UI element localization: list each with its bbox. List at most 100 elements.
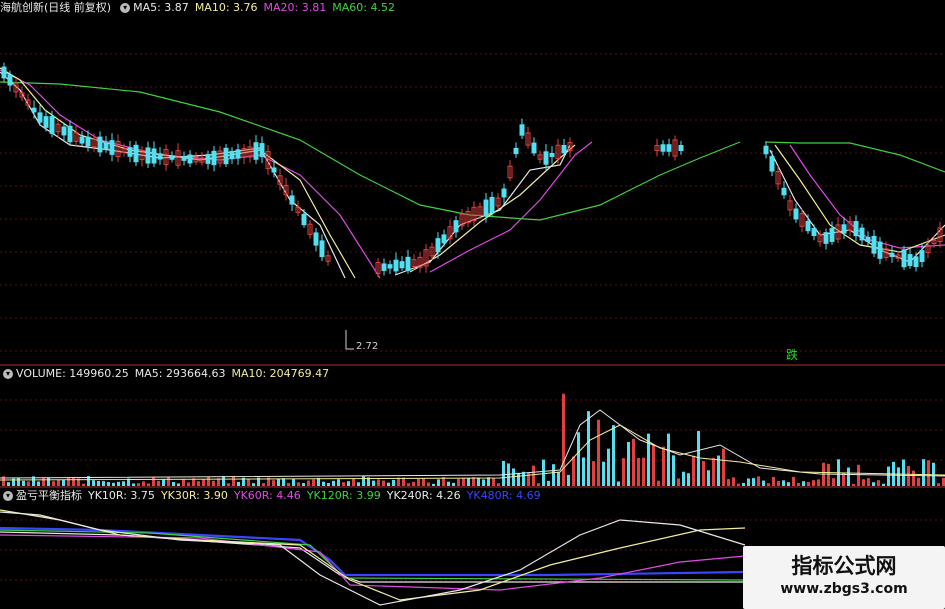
volume-bar: [432, 483, 435, 486]
low-price-pointer: [345, 330, 354, 350]
volume-legend: ▾ VOLUME: 149960.25 MA5: 293664.63 MA10:…: [0, 366, 335, 382]
volume-bar: [437, 479, 440, 486]
candle-body: [877, 241, 883, 259]
volume-bar: [137, 483, 140, 486]
candle-body: [889, 252, 895, 257]
volume-bar: [27, 481, 30, 486]
volume-bar: [312, 479, 315, 486]
volume-bar: [807, 481, 810, 486]
ma60-line: [764, 141, 945, 173]
volume-bar: [627, 441, 630, 486]
candle-body: [907, 254, 913, 266]
volume-bar: [642, 457, 645, 486]
volume-bar: [827, 463, 830, 486]
volume-bar: [62, 479, 65, 486]
volume-bar: [817, 479, 820, 486]
settings-circle-icon[interactable]: ▾: [120, 3, 131, 13]
candle-body: [301, 213, 307, 226]
volume-bar: [552, 464, 555, 486]
settings-circle-icon[interactable]: ▾: [3, 491, 13, 501]
yk120r-value: YK120R: 3.99: [306, 489, 381, 502]
candle-body: [259, 143, 265, 157]
volume-bar: [602, 461, 605, 486]
volume-bar: [412, 481, 415, 486]
ma20-value: MA20: 3.81: [263, 1, 327, 14]
volume-bar: [177, 483, 180, 486]
indicator-name: 盈亏平衡指标: [16, 489, 82, 502]
volume-bar: [252, 483, 255, 486]
volume-bar: [392, 479, 395, 486]
volume-bar: [232, 476, 235, 486]
volume-bar: [57, 479, 60, 486]
candle-body: [399, 261, 405, 269]
candle-body: [811, 228, 817, 236]
volume-bar: [587, 411, 590, 486]
volume-bar: [172, 482, 175, 486]
volume-bar: [537, 483, 540, 486]
volume-bar: [72, 477, 75, 486]
volume-bar: [247, 478, 250, 486]
candle-body: [211, 150, 217, 166]
candle-body: [157, 153, 163, 160]
candle-body: [85, 136, 91, 147]
volume-bar: [522, 471, 525, 486]
volume-bar: [352, 478, 355, 486]
volume-bar: [97, 480, 100, 486]
ma10-line: [0, 67, 356, 279]
volume-bar: [752, 478, 755, 486]
candle-body: [666, 144, 672, 152]
volume-bar: [182, 478, 185, 486]
volume-bar: [147, 483, 150, 486]
volume-bar: [272, 480, 275, 486]
candle-body: [145, 147, 151, 164]
volume-bar: [682, 471, 685, 486]
volume-bar: [897, 467, 900, 486]
volume-bar: [347, 481, 350, 486]
volume-bar: [917, 477, 920, 486]
candle-body: [97, 136, 103, 153]
volume-bar: [542, 459, 545, 486]
volume-bar: [672, 455, 675, 486]
settings-circle-icon[interactable]: ▾: [3, 369, 13, 379]
volume-bar: [772, 477, 775, 486]
candle-body: [913, 256, 919, 268]
candlesticks: [1, 62, 943, 278]
yk240r-value: YK240R: 4.26: [386, 489, 461, 502]
volume-bar: [747, 478, 750, 486]
volume-bar: [712, 457, 715, 486]
candle-body: [483, 199, 489, 217]
candle-body: [781, 187, 787, 196]
volume-bar: [237, 481, 240, 486]
volume-bar: [567, 474, 570, 486]
volume-bar: [377, 479, 380, 486]
candle-body: [271, 167, 277, 173]
candle-body: [253, 142, 259, 160]
volume-bar: [337, 479, 340, 486]
volume-bar: [607, 448, 610, 486]
indicator-lines: [0, 509, 746, 606]
fall-marker: 跌: [786, 348, 799, 362]
volume-bar: [637, 458, 640, 486]
volume-bar: [447, 481, 450, 486]
volume-bar: [617, 481, 620, 486]
volume-bar: [362, 476, 365, 486]
candle-body: [805, 220, 811, 232]
stock-chart[interactable]: [0, 0, 945, 609]
volume-bar: [407, 483, 410, 486]
volume-bar: [357, 482, 360, 486]
yk60r-value: YK60R: 4.46: [233, 489, 301, 502]
volume-bar: [857, 464, 860, 486]
volume-bar: [697, 430, 700, 486]
candle-body: [1, 66, 7, 79]
volume-bar: [157, 480, 160, 486]
volume-bar: [867, 478, 870, 486]
candle-body: [901, 249, 907, 268]
volume-bar: [117, 481, 120, 486]
stock-name[interactable]: 海航创新(日线 前复权): [0, 0, 111, 16]
candle-body: [393, 259, 399, 272]
candle-body: [441, 234, 447, 244]
volume-bar: [417, 478, 420, 486]
volume-bar: [517, 472, 520, 486]
candle-body: [235, 149, 241, 159]
volume-bar: [532, 465, 535, 486]
